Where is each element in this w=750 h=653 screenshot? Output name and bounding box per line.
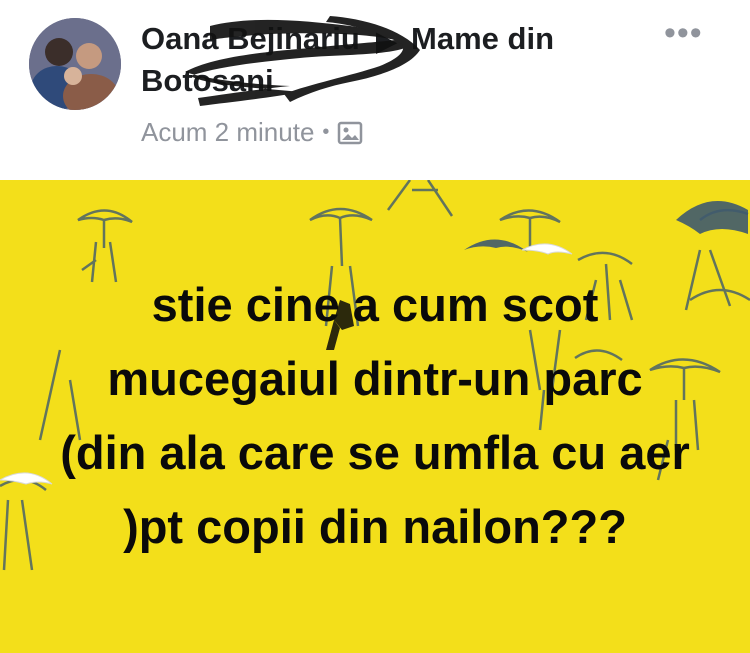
photo-icon	[338, 121, 363, 144]
group-name-line2[interactable]: Botosani	[141, 60, 274, 102]
triangle-right-icon: ▶	[376, 25, 397, 56]
meta-separator: •	[322, 121, 330, 143]
post-content: stie cine a cum scot mucegaiul dintr-un …	[0, 180, 750, 653]
more-horizontal-icon[interactable]: •••	[664, 16, 703, 50]
post-header: Oana Bejinariu ▶ Mame din Botosani Acum …	[0, 0, 750, 180]
timestamp[interactable]: Acum 2 minute	[141, 117, 314, 148]
author-name[interactable]: Oana Bejinariu	[141, 18, 360, 60]
author-line: Oana Bejinariu ▶ Mame din	[141, 18, 554, 62]
post-text: stie cine a cum scot mucegaiul dintr-un …	[60, 278, 690, 553]
avatar[interactable]	[29, 18, 121, 110]
post-meta: Acum 2 minute •	[141, 117, 363, 148]
group-name[interactable]: Mame din	[411, 21, 554, 56]
